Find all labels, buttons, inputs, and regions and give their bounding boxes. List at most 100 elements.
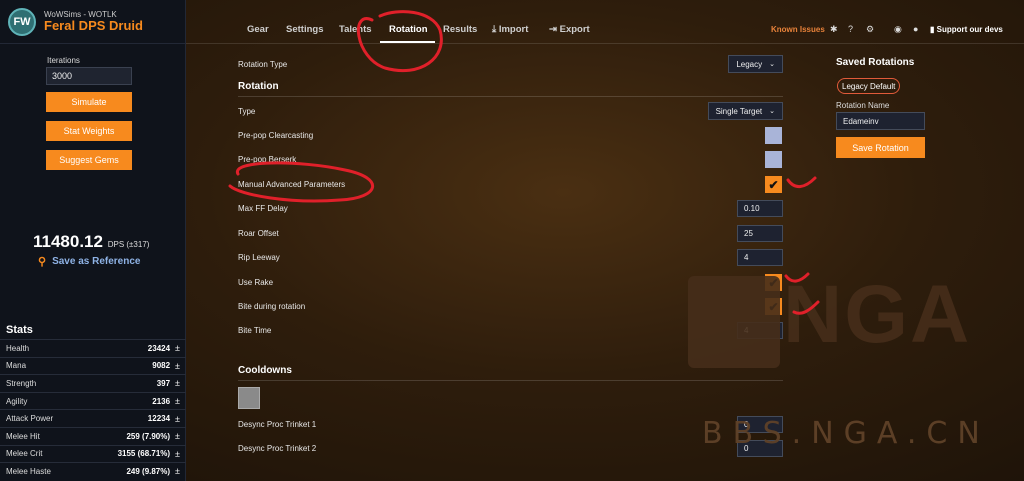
stat-name: Strength	[6, 378, 37, 388]
stat-name: Melee Hit	[6, 431, 40, 441]
type-select[interactable]: Single Target ⌄	[707, 102, 783, 120]
stat-compare-icon[interactable]: ±	[175, 396, 180, 406]
tab-rotation[interactable]: Rotation	[389, 24, 428, 35]
stat-name: Melee Haste	[6, 466, 51, 476]
known-issues-link[interactable]: Known Issues	[771, 25, 825, 34]
simulate-button[interactable]: Simulate	[46, 92, 132, 112]
manual-advanced-label: Manual Advanced Parameters	[238, 180, 346, 189]
rotation-type-label: Rotation Type	[238, 60, 288, 69]
manual-advanced-checkbox[interactable]: ✔	[765, 176, 782, 193]
roar-offset-input[interactable]	[737, 225, 783, 242]
rotation-name-label: Rotation Name	[836, 101, 890, 110]
discord-icon[interactable]: ◉	[894, 24, 902, 35]
dps-readout: 11480.12 DPS (±317)	[33, 232, 149, 252]
stat-compare-icon[interactable]: ±	[175, 361, 180, 371]
saved-rotations-header: Saved Rotations	[836, 57, 915, 68]
max-ff-delay-input[interactable]	[737, 200, 783, 217]
stat-row: Attack Power 12234 ±	[0, 409, 186, 427]
chevron-down-icon: ⌄	[769, 108, 775, 115]
tab-export[interactable]: ⇥ Export	[549, 24, 590, 35]
tab-results[interactable]: Results	[443, 24, 477, 35]
top-nav: Gear Settings Talents Rotation Results ⤓…	[186, 0, 1024, 44]
desync-trinket2-label: Desync Proc Trinket 2	[238, 444, 317, 453]
stat-value: 12234	[147, 414, 171, 424]
druid-logo-icon: FW	[8, 7, 36, 36]
stat-value: 249 (9.87%)	[126, 466, 171, 476]
iterations-label: Iterations	[47, 56, 80, 65]
support-devs-link[interactable]: ▮ Support our devs	[930, 25, 1003, 34]
annotation-tick-rake	[784, 272, 810, 283]
stat-row: Health 23424 ±	[0, 339, 186, 357]
chevron-down-icon: ⌄	[769, 61, 775, 68]
stat-value: 23424	[147, 343, 171, 353]
tab-export-label: Export	[559, 24, 590, 35]
patreon-icon: ▮	[930, 25, 935, 34]
rotation-panel: Rotation Type Legacy ⌄ Rotation Type Sing…	[232, 52, 785, 481]
bite-time-input[interactable]	[737, 322, 783, 339]
active-tab-indicator	[380, 41, 435, 43]
rip-leeway-label: Rip Leeway	[238, 253, 280, 262]
stat-name: Mana	[6, 361, 27, 371]
stat-value: 3155 (68.71%)	[117, 449, 171, 459]
sidebar: FW WoWSims - WOTLK Feral DPS Druid Itera…	[0, 0, 186, 481]
stat-row: Melee Haste 249 (9.87%) ±	[0, 462, 186, 480]
stat-compare-icon[interactable]: ±	[175, 414, 180, 424]
dps-value: 11480.12	[33, 232, 103, 251]
stat-compare-icon[interactable]: ±	[175, 378, 180, 388]
stat-name: Attack Power	[6, 414, 54, 424]
tab-import-label: Import	[498, 24, 529, 35]
stat-compare-icon[interactable]: ±	[175, 343, 180, 353]
help-icon[interactable]: ?	[848, 24, 853, 34]
brand-header: FW WoWSims - WOTLK Feral DPS Druid	[0, 0, 185, 44]
tab-talents[interactable]: Talents	[339, 24, 372, 35]
cooldown-icon-slot[interactable]	[238, 387, 260, 409]
stat-compare-icon[interactable]: ±	[175, 449, 180, 459]
legacy-default-preset[interactable]: Legacy Default	[837, 78, 901, 94]
github-icon[interactable]: ●	[913, 24, 918, 34]
type-value: Single Target	[715, 106, 763, 116]
bite-during-checkbox[interactable]: ✔	[765, 298, 782, 315]
save-reference-link[interactable]: ⚲ Save as Reference	[38, 255, 140, 268]
iterations-input[interactable]	[46, 67, 132, 85]
gear-icon[interactable]: ⚙	[866, 24, 874, 35]
stat-row: Agility 2136 ±	[0, 391, 186, 410]
save-rotation-button[interactable]: Save Rotation	[836, 137, 925, 158]
stat-value: 9082	[152, 361, 171, 371]
watermark-brand: NGA	[783, 269, 972, 360]
cooldowns-header: Cooldowns	[238, 365, 292, 376]
stat-compare-icon[interactable]: ±	[175, 466, 180, 476]
bug-icon[interactable]: ✱	[830, 24, 838, 35]
desync-trinket2-input[interactable]	[737, 440, 783, 457]
stats-table: Health 23424 ± Mana 9082 ± Strength 397 ± Agility…	[0, 339, 186, 480]
rotation-type-select[interactable]: Legacy ⌄	[728, 55, 783, 73]
tab-settings[interactable]: Settings	[286, 24, 323, 35]
desync-trinket1-input[interactable]	[737, 416, 783, 433]
use-rake-checkbox[interactable]: ✔	[765, 274, 782, 291]
dps-unit: DPS (±317)	[107, 240, 150, 249]
suggest-gems-button[interactable]: Suggest Gems	[46, 150, 132, 170]
stat-row: Melee Hit 259 (7.90%) ±	[0, 426, 186, 445]
stats-header: Stats	[6, 324, 33, 336]
desync-trinket1-label: Desync Proc Trinket 1	[238, 420, 317, 429]
type-label: Type	[238, 107, 256, 116]
tab-gear[interactable]: Gear	[247, 24, 269, 35]
prepop-berserk-checkbox[interactable]	[765, 151, 782, 168]
export-icon: ⇥	[549, 24, 557, 35]
tab-import[interactable]: ⤓ Import	[492, 24, 528, 35]
stat-value: 259 (7.90%)	[126, 431, 171, 441]
roar-offset-label: Roar Offset	[238, 229, 279, 238]
save-reference-label: Save as Reference	[52, 256, 141, 267]
app-title: Feral DPS Druid	[44, 18, 143, 33]
rotation-name-input[interactable]	[836, 112, 925, 130]
divider	[238, 380, 783, 381]
prepop-berserk-label: Pre-pop Berserk	[238, 155, 297, 164]
stat-row: Mana 9082 ±	[0, 356, 186, 375]
support-devs-label: Support our devs	[936, 25, 1003, 34]
stat-row: Strength 397 ±	[0, 374, 186, 392]
stat-weights-button[interactable]: Stat Weights	[46, 121, 132, 141]
rip-leeway-input[interactable]	[737, 249, 783, 266]
stat-name: Agility	[6, 396, 28, 406]
prepop-clearcasting-checkbox[interactable]	[765, 127, 782, 144]
rotation-type-value: Legacy	[736, 59, 763, 69]
stat-compare-icon[interactable]: ±	[175, 431, 180, 441]
